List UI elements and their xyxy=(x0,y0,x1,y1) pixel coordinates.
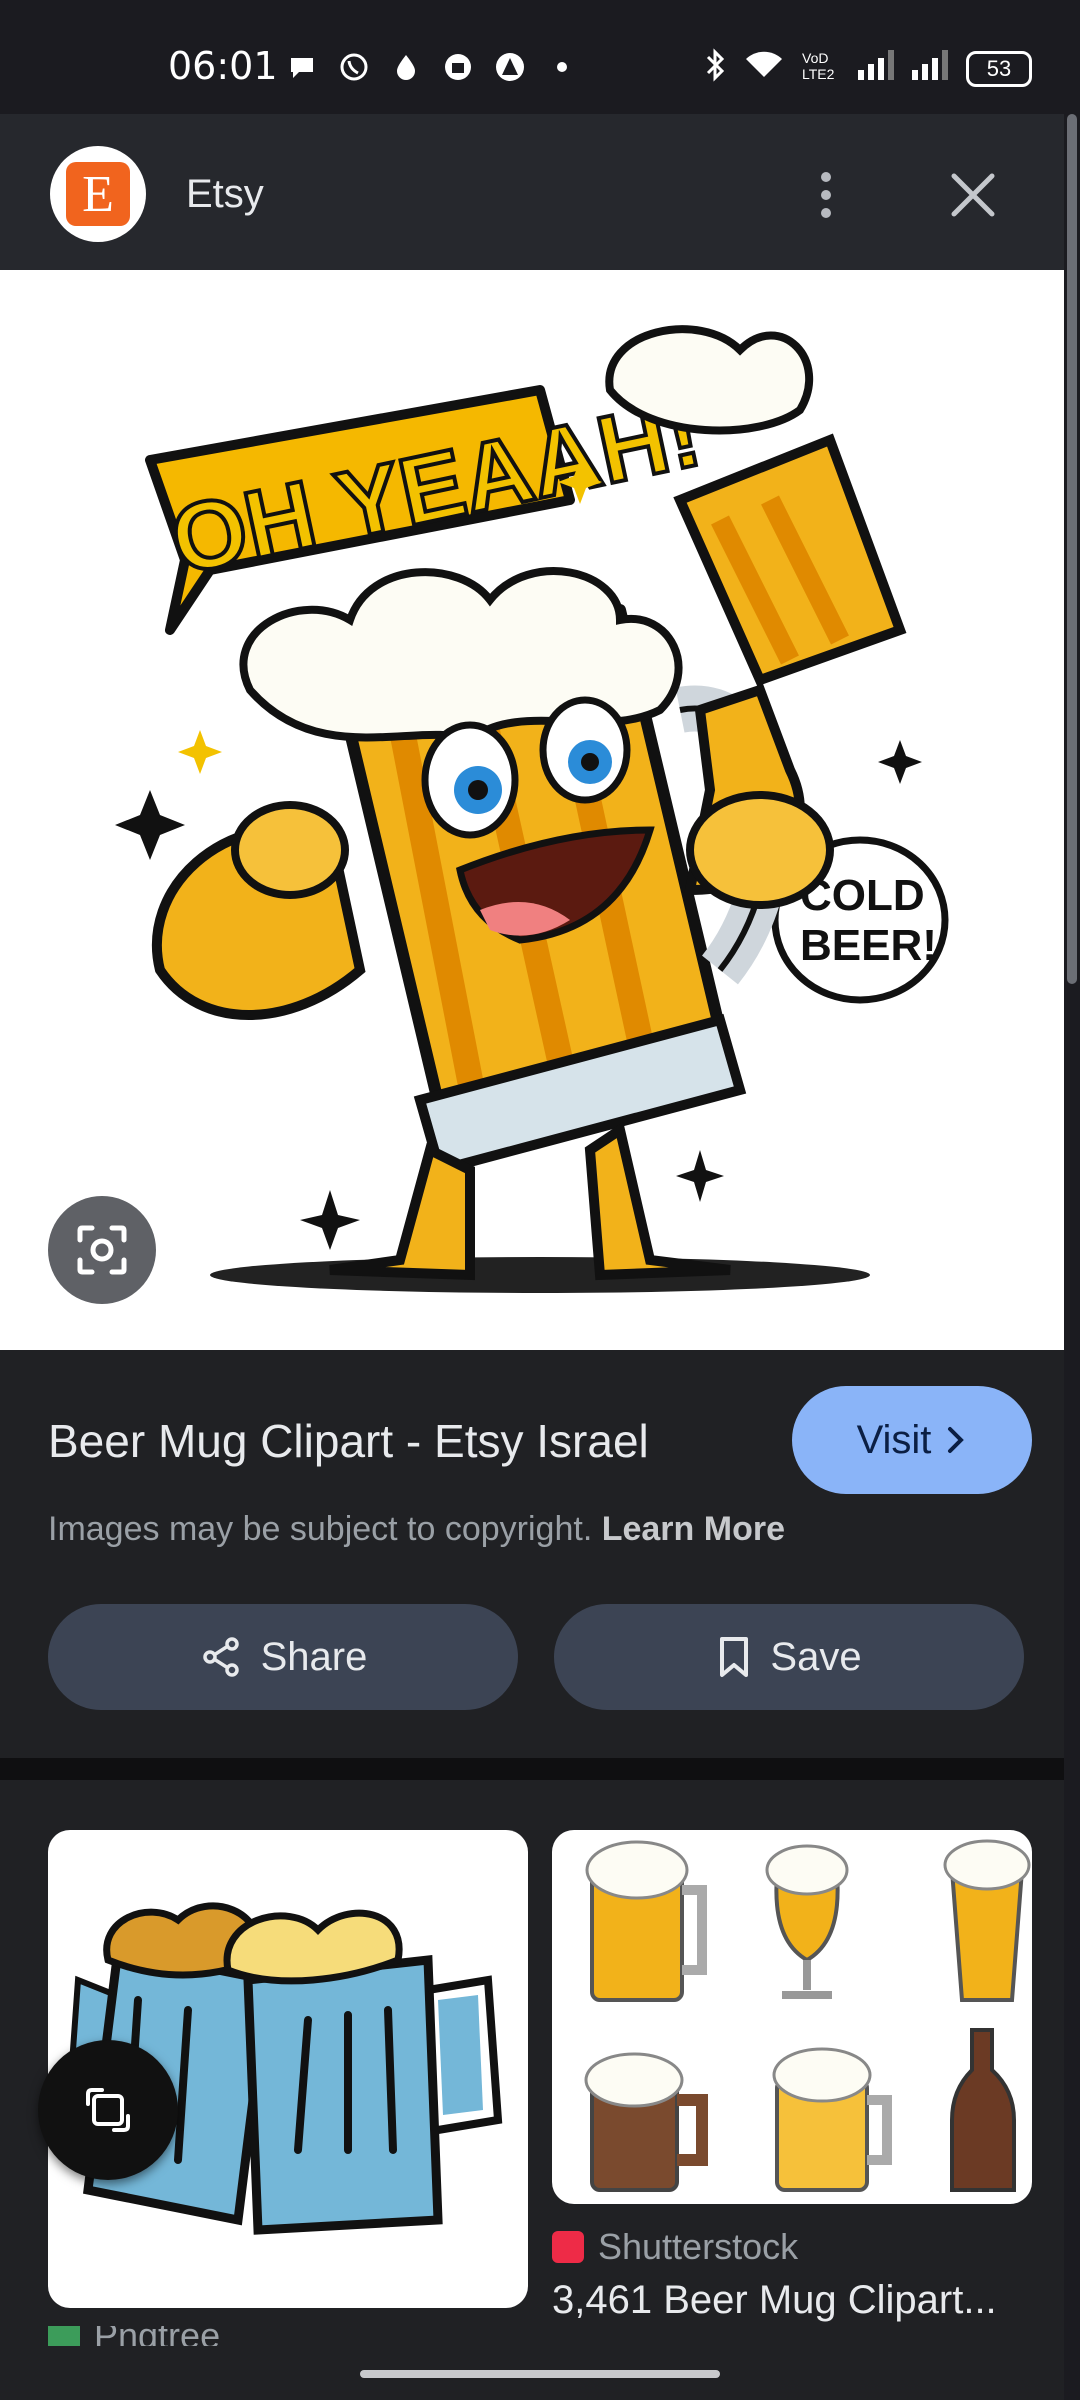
beer-mug-illustration: OH YEAAH! COLD BEER! xyxy=(115,325,949,1293)
etsy-logo[interactable]: E xyxy=(50,146,146,242)
related-image-2[interactable] xyxy=(552,1830,1032,2204)
related-source-1-name: Pngtree xyxy=(94,2326,220,2346)
app-bar xyxy=(0,114,1064,270)
copyright-notice: Images may be subject to copyright. Lear… xyxy=(48,1510,785,1549)
lens-search-button[interactable] xyxy=(48,1196,156,1304)
battery-icon: 53 xyxy=(966,50,1032,87)
source-title[interactable]: Etsy xyxy=(186,172,264,217)
learn-more-link[interactable]: Learn More xyxy=(602,1510,785,1548)
signal-icon xyxy=(912,50,948,87)
copyright-text: Images may be subject to copyright. xyxy=(48,1510,593,1548)
status-time: 06:01 xyxy=(168,44,278,88)
wifi-icon xyxy=(744,49,784,88)
system-icons: VoD LTE2 53 xyxy=(704,48,1032,89)
svg-text:VoD: VoD xyxy=(802,50,828,66)
triangle-app-icon xyxy=(493,50,527,84)
related-source-2-name: Shutterstock xyxy=(598,2226,799,2267)
svg-text:LTE2: LTE2 xyxy=(802,66,835,81)
chevron-right-icon xyxy=(948,1427,965,1453)
notification-icons xyxy=(285,50,579,84)
rotate-screen-icon xyxy=(86,2088,130,2132)
pngtree-favicon xyxy=(48,2326,80,2346)
status-bar: 06:01 VoD LTE2 53 xyxy=(0,0,1080,114)
shutterstock-favicon xyxy=(552,2231,584,2263)
close-icon[interactable] xyxy=(946,168,1000,222)
drop-icon xyxy=(389,50,423,84)
related-caption-2[interactable]: 3,461 Beer Mug Clipart... xyxy=(552,2278,1032,2323)
save-label: Save xyxy=(770,1634,862,1679)
chat-bubble-icon xyxy=(285,50,319,84)
dot-icon xyxy=(545,50,579,84)
lens-icon xyxy=(77,1225,127,1275)
scrollbar[interactable] xyxy=(1064,114,1080,2400)
gesture-handle[interactable] xyxy=(360,2370,720,2378)
whatsapp-icon xyxy=(337,50,371,84)
section-divider xyxy=(0,1758,1064,1780)
volte-icon: VoD LTE2 xyxy=(802,49,840,88)
visit-button[interactable]: Visit xyxy=(792,1386,1032,1494)
bookmark-icon xyxy=(720,1637,749,1677)
more-vertical-icon[interactable] xyxy=(806,160,846,230)
visit-label: Visit xyxy=(856,1417,932,1462)
screen-capture-button[interactable] xyxy=(38,2040,178,2180)
signal-icon xyxy=(858,50,894,87)
share-label: Share xyxy=(260,1634,368,1679)
etsy-logo-letter: E xyxy=(66,162,130,226)
speech-text-right-2: BEER! xyxy=(800,921,937,970)
share-button[interactable]: Share xyxy=(48,1604,518,1710)
shopping-bag-icon xyxy=(441,50,475,84)
related-source-1[interactable]: Pngtree xyxy=(48,2326,220,2346)
related-source-2[interactable]: Shutterstock xyxy=(552,2226,798,2268)
beer-mugs-collection-image xyxy=(584,1839,1031,2192)
result-title[interactable]: Beer Mug Clipart - Etsy Israel xyxy=(48,1414,649,1468)
share-icon xyxy=(202,1637,239,1677)
preview-image[interactable]: OH YEAAH! COLD BEER! xyxy=(0,270,1064,1350)
save-button[interactable]: Save xyxy=(554,1604,1024,1710)
bluetooth-icon xyxy=(704,48,726,89)
